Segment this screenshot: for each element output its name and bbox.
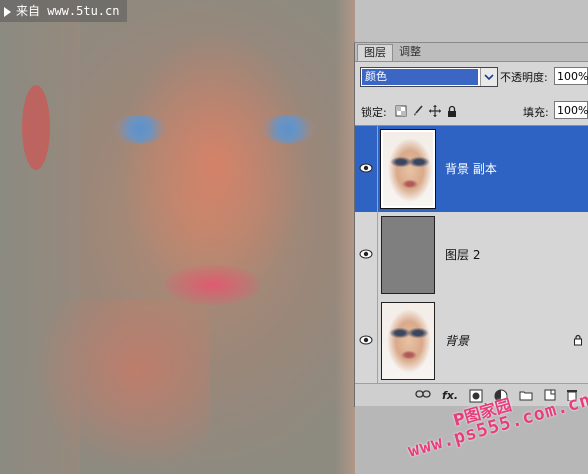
- visibility-toggle[interactable]: [355, 212, 378, 298]
- lock-icons: [395, 104, 458, 118]
- folder-icon[interactable]: [519, 389, 533, 403]
- tab-layers[interactable]: 图层: [357, 44, 393, 61]
- fx-icon[interactable]: fx.: [442, 389, 458, 403]
- layer-name[interactable]: 背景: [445, 332, 469, 349]
- visibility-toggle[interactable]: [355, 298, 378, 384]
- lock-move-icon[interactable]: [429, 105, 441, 117]
- layer-row-background[interactable]: 背景: [355, 298, 588, 385]
- source-watermark: 来自 www.5tu.cn: [0, 0, 128, 22]
- layer-thumbnail[interactable]: [381, 302, 435, 380]
- layer-name[interactable]: 图层 2: [445, 246, 480, 263]
- lock-paint-brush-icon[interactable]: [412, 105, 424, 117]
- lock-label: 锁定:: [361, 106, 387, 119]
- panel-tabs: 图层 调整: [355, 43, 588, 62]
- lips: [165, 265, 260, 305]
- layer-row-layer-2[interactable]: 图层 2: [355, 212, 588, 299]
- image-canvas[interactable]: [0, 0, 355, 474]
- source-watermark-text: 来自 www.5tu.cn: [16, 4, 120, 18]
- lock-fill-row: 锁定: 填充: 100%: [355, 101, 588, 121]
- lock-all-icon[interactable]: [446, 105, 458, 117]
- layer-thumbnail[interactable]: [380, 129, 436, 209]
- opacity-input[interactable]: 100%: [554, 67, 588, 85]
- layer-name[interactable]: 背景 副本: [445, 160, 497, 177]
- eye-icon: [359, 335, 373, 345]
- hand-region: [30, 300, 210, 474]
- link-icon[interactable]: [415, 389, 431, 403]
- eye-icon: [359, 163, 373, 173]
- fill-label: 填充:: [523, 106, 549, 119]
- layer-row-background-copy[interactable]: 背景 副本: [355, 126, 588, 213]
- eye-icon: [359, 249, 373, 259]
- lock-transparent-icon[interactable]: [395, 105, 407, 117]
- play-triangle-icon: [4, 6, 11, 17]
- layers-list: 背景 副本 图层 2 背景: [355, 125, 588, 385]
- left-eye: [112, 115, 168, 143]
- fill-input[interactable]: 100%: [554, 101, 588, 119]
- blend-opacity-row: 颜色 不透明度: 100%: [355, 63, 588, 89]
- tab-adjustments[interactable]: 调整: [393, 44, 427, 60]
- canvas-edge: [335, 0, 355, 474]
- blend-mode-select[interactable]: 颜色: [360, 67, 498, 87]
- workspace-background: [355, 0, 588, 42]
- ear-region: [22, 85, 50, 170]
- right-eye: [260, 115, 316, 143]
- chevron-down-icon[interactable]: [480, 68, 497, 86]
- visibility-toggle[interactable]: [355, 126, 378, 212]
- layers-panel: 图层 调整 颜色 不透明度: 100% 锁定: 填充: 100% 背景 副本 图…: [354, 42, 588, 407]
- lock-icon: [574, 334, 582, 346]
- opacity-label: 不透明度:: [500, 71, 548, 84]
- blend-mode-value: 颜色: [362, 69, 478, 85]
- layer-thumbnail[interactable]: [381, 216, 435, 294]
